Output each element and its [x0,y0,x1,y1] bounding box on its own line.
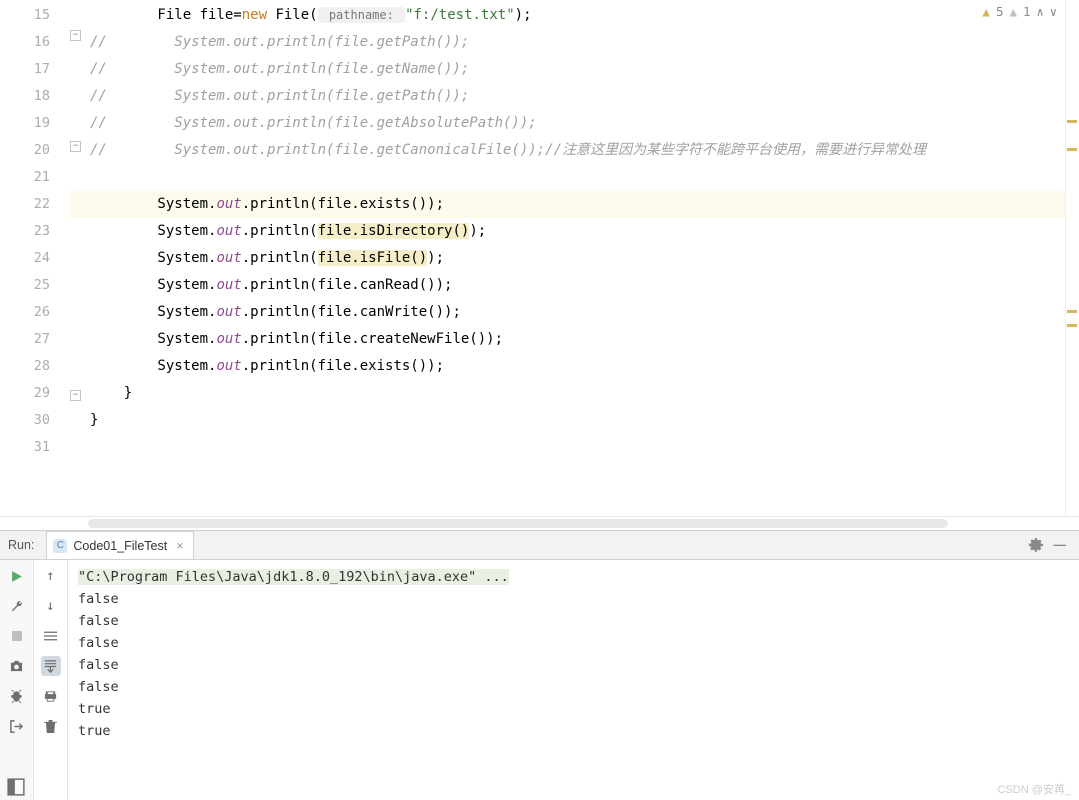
code-line[interactable]: System.out.println(file.canRead()); [70,272,1079,299]
code-line[interactable]: // System.out.println(file.getPath()); [70,29,1079,56]
line-number[interactable]: 15 [0,2,50,29]
code-line[interactable]: System.out.println(file.isFile()); [70,245,1079,272]
code-lines: File file=new File( pathname: "f:/test.t… [70,0,1079,461]
watermark-text: CSDN @安苒_ [997,781,1071,797]
console-line: true [78,698,1069,720]
line-number[interactable]: 29 [0,380,50,407]
soft-wrap-icon[interactable] [41,626,61,646]
line-number[interactable]: 31 [0,434,50,461]
line-number[interactable]: 17 [0,56,50,83]
line-number[interactable]: 19 [0,110,50,137]
line-number[interactable]: 24 [0,245,50,272]
rerun-icon[interactable] [7,566,27,586]
console-line: false [78,588,1069,610]
stripe-marker[interactable] [1067,324,1077,327]
console-line: true [78,720,1069,742]
trash-icon[interactable] [41,716,61,736]
run-secondary-toolbar: ↑ ↓ [34,560,68,800]
run-config-name: Code01_FileTest [73,539,167,553]
stripe-marker[interactable] [1067,120,1077,123]
run-tool-window: Run: C Code01_FileTest × — [0,530,1079,800]
line-number[interactable]: 20 [0,137,50,164]
console-output[interactable]: "C:\Program Files\Java\jdk1.8.0_192\bin\… [68,560,1079,800]
camera-icon[interactable] [7,656,27,676]
scroll-to-end-icon[interactable] [41,656,61,676]
console-line: false [78,610,1069,632]
console-command: "C:\Program Files\Java\jdk1.8.0_192\bin\… [78,569,509,585]
line-number[interactable]: 25 [0,272,50,299]
layout-switch-icon[interactable] [7,778,25,796]
up-arrow-icon[interactable]: ↑ [41,566,61,586]
line-number[interactable]: 23 [0,218,50,245]
code-line[interactable]: } [70,380,1079,407]
horizontal-scrollbar[interactable] [0,516,1079,530]
code-line[interactable]: File file=new File( pathname: "f:/test.t… [70,2,1079,29]
stop-icon[interactable] [7,626,27,646]
wrench-icon[interactable] [7,596,27,616]
console-lines-container: falsefalsefalsefalsefalsetruetrue [78,588,1069,742]
down-arrow-icon[interactable]: ↓ [41,596,61,616]
code-line[interactable]: System.out.println(file.exists()); [70,353,1079,380]
error-stripe[interactable] [1065,0,1079,516]
run-body: ↑ ↓ "C:\Program Files\Java\jdk1.8.0_192\… [0,560,1079,800]
close-tab-icon[interactable]: × [173,539,186,553]
line-number[interactable]: 21 [0,164,50,191]
code-line[interactable]: System.out.println(file.exists()); [70,191,1079,218]
code-line[interactable] [70,434,1079,461]
settings-icon[interactable] [1023,537,1049,553]
code-line[interactable]: // System.out.println(file.getPath()); [70,83,1079,110]
line-number[interactable]: 28 [0,353,50,380]
line-number-gutter: 1516171819202122232425262728293031 [0,0,70,516]
code-line[interactable]: // System.out.println(file.getCanonicalF… [70,137,1079,164]
print-icon[interactable] [41,686,61,706]
line-number[interactable]: 16 [0,29,50,56]
code-line[interactable]: // System.out.println(file.getAbsolutePa… [70,110,1079,137]
class-icon: C [53,539,67,553]
stripe-marker[interactable] [1067,148,1077,151]
hide-panel-icon[interactable]: — [1049,538,1072,552]
run-tab-bar: Run: C Code01_FileTest × — [0,531,1079,560]
code-line[interactable]: // System.out.println(file.getName()); [70,56,1079,83]
console-line: false [78,676,1069,698]
run-config-tab[interactable]: C Code01_FileTest × [46,531,193,559]
code-line[interactable] [70,164,1079,191]
editor-pane: 1516171819202122232425262728293031 − − −… [0,0,1079,516]
run-tool-label: Run: [8,538,34,552]
line-number[interactable]: 26 [0,299,50,326]
line-number[interactable]: 22 [0,191,50,218]
code-line[interactable]: } [70,407,1079,434]
debug-icon[interactable] [7,686,27,706]
line-number[interactable]: 27 [0,326,50,353]
code-line[interactable]: System.out.println(file.createNewFile())… [70,326,1079,353]
code-line[interactable]: System.out.println(file.canWrite()); [70,299,1079,326]
line-number[interactable]: 18 [0,83,50,110]
stripe-marker[interactable] [1067,310,1077,313]
code-line[interactable]: System.out.println(file.isDirectory()); [70,218,1079,245]
code-area[interactable]: ▲ 5 ▲ 1 ∧ ∨ File file=new File( pathname… [70,0,1079,516]
exit-icon[interactable] [7,716,27,736]
scrollbar-thumb[interactable] [88,519,948,528]
console-line: false [78,632,1069,654]
line-number[interactable]: 30 [0,407,50,434]
console-line: false [78,654,1069,676]
run-primary-toolbar [0,560,34,800]
